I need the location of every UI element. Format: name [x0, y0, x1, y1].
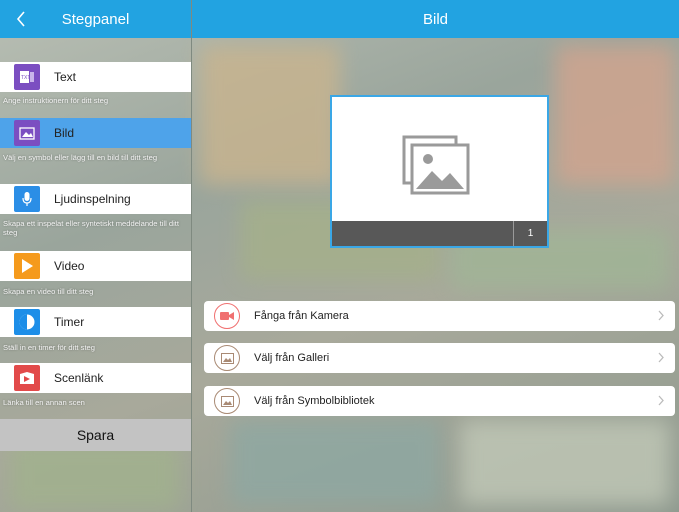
sidebar-item-label: Text	[54, 70, 77, 84]
chevron-right-icon	[658, 395, 664, 406]
play-icon	[14, 253, 40, 279]
svg-text:TXT: TXT	[21, 75, 30, 81]
sidebar-item-label: Ljudinspelning	[54, 192, 131, 206]
sidebar-item-description: Skapa en video till ditt steg	[3, 287, 94, 296]
sidebar-item-label: Scenlänk	[54, 371, 104, 385]
timer-icon	[14, 309, 40, 335]
scene-link-icon	[14, 365, 40, 391]
sidebar-item-image[interactable]: Bild	[0, 118, 191, 148]
symbol-library-icon	[214, 388, 240, 414]
sidebar-item-description: Välj en symbol eller lägg till en bild t…	[3, 153, 158, 162]
sidebar-item-label: Bild	[54, 126, 75, 140]
step-panel: TXT Text Ange instruktionern för ditt st…	[0, 38, 191, 512]
sidebar-item-description: Länka till en annan scen	[3, 398, 85, 407]
save-button[interactable]: Spara	[0, 419, 191, 451]
sidebar-item-description: Skapa ett inspelat eller syntetiskt medd…	[3, 219, 180, 237]
choose-from-gallery-button[interactable]: Välj från Galleri	[204, 343, 675, 373]
sidebar-item-scene-link[interactable]: Scenlänk	[0, 363, 191, 393]
sidebar-item-description: Ställ in en timer för ditt steg	[3, 343, 96, 352]
chevron-right-icon	[658, 352, 664, 363]
sidebar-item-text[interactable]: TXT Text	[0, 62, 191, 92]
image-icon	[14, 120, 40, 146]
choose-from-symbol-library-button[interactable]: Välj från Symbolbibliotek	[204, 386, 675, 416]
sidebar-title: Stegpanel	[61, 10, 130, 28]
sidebar-item-audio[interactable]: Ljudinspelning	[0, 184, 191, 214]
microphone-icon	[14, 186, 40, 212]
chevron-right-icon	[658, 310, 664, 321]
image-preview[interactable]: 1	[330, 95, 549, 248]
text-file-icon: TXT	[14, 64, 40, 90]
sidebar-item-timer[interactable]: Timer	[0, 307, 191, 337]
panel-divider	[191, 0, 192, 512]
page-title: Bild	[422, 10, 448, 28]
option-label: Välj från Galleri	[254, 352, 330, 364]
preview-page-number: 1	[513, 221, 547, 246]
option-label: Välj från Symbolbibliotek	[254, 395, 375, 407]
option-label: Fånga från Kamera	[254, 310, 349, 322]
back-button[interactable]	[8, 0, 34, 38]
sidebar-item-label: Timer	[54, 315, 85, 329]
image-placeholder-icon	[402, 135, 470, 195]
sidebar-item-video[interactable]: Video	[0, 251, 191, 281]
sidebar-item-label: Video	[54, 259, 85, 273]
capture-from-camera-button[interactable]: Fånga från Kamera	[204, 301, 675, 331]
gallery-icon	[214, 345, 240, 371]
main-header: Bild	[192, 0, 679, 38]
camera-icon	[214, 303, 240, 329]
sidebar-header: Stegpanel	[0, 0, 191, 38]
sidebar-item-description: Ange instruktionern för ditt steg	[3, 96, 109, 105]
chevron-left-icon	[16, 11, 25, 27]
